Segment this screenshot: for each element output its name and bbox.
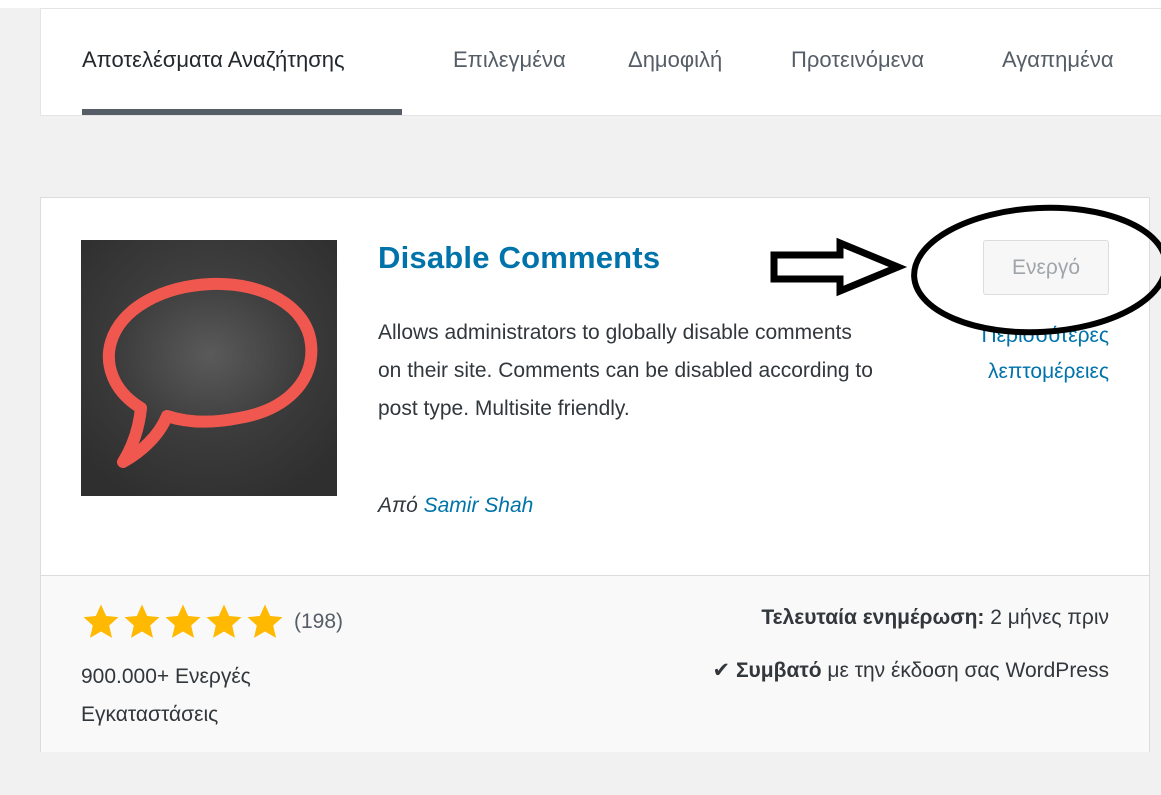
- last-updated: Τελευταία ενημέρωση: 2 μήνες πριν: [761, 606, 1109, 630]
- speech-bubble-icon[interactable]: [81, 240, 337, 496]
- rating-count: (198): [294, 610, 344, 633]
- tab-search-results[interactable]: Αποτελέσματα Αναζήτησης: [82, 47, 345, 73]
- compat-text: με την έκδοση σας WordPress: [827, 659, 1109, 682]
- plugin-filter-tabs: Αποτελέσματα Αναζήτησης Επιλεγμένα Δημοφ…: [40, 8, 1161, 116]
- more-details-line2: λεπτομέρειες: [988, 360, 1109, 383]
- plugin-card: Disable Comments Allows administrators t…: [40, 197, 1150, 752]
- rating: (198): [81, 602, 343, 642]
- tab-favorites[interactable]: Αγαπημένα: [1002, 47, 1114, 73]
- star-icon: [83, 604, 119, 638]
- tab-featured[interactable]: Επιλεγμένα: [453, 47, 566, 73]
- plugin-description: Allows administrators to globally disabl…: [378, 321, 873, 420]
- tab-popular[interactable]: Δημοφιλή: [628, 47, 722, 73]
- star-icon: [165, 604, 201, 638]
- more-details-line1: Περισσότερες: [981, 324, 1109, 347]
- star-icon: [247, 604, 283, 638]
- active-installs: 900.000+ Ενεργές Εγκαταστάσεις: [81, 658, 341, 734]
- plugin-author: Από Samir Shah: [378, 494, 533, 518]
- author-link[interactable]: Samir Shah: [424, 494, 534, 517]
- installs-line1: 900.000+ Ενεργές: [81, 665, 251, 688]
- compatibility: ✔ Συμβατό με την έκδοση σας WordPress: [713, 658, 1110, 683]
- plugin-card-top: Disable Comments Allows administrators t…: [41, 198, 1149, 575]
- active-tab-indicator: [82, 109, 402, 115]
- checkmark-icon: ✔: [712, 659, 731, 682]
- top-strip: [0, 0, 1161, 8]
- plugin-title[interactable]: Disable Comments: [378, 240, 660, 276]
- plugin-card-footer: (198) 900.000+ Ενεργές Εγκαταστάσεις Τελ…: [41, 575, 1149, 752]
- star-icon: [206, 604, 242, 638]
- active-status-button[interactable]: Ενεργό: [983, 240, 1109, 295]
- tab-recommended[interactable]: Προτεινόμενα: [791, 47, 924, 73]
- compat-strong: Συμβατό: [735, 659, 822, 682]
- more-details-link[interactable]: Περισσότερες λεπτομέρειες: [921, 318, 1109, 390]
- last-updated-value: 2 μήνες πριν: [990, 606, 1109, 629]
- author-prefix: Από: [378, 494, 418, 517]
- last-updated-label: Τελευταία ενημέρωση:: [761, 606, 985, 629]
- star-icon: [124, 604, 160, 638]
- installs-line2: Εγκαταστάσεις: [81, 703, 219, 726]
